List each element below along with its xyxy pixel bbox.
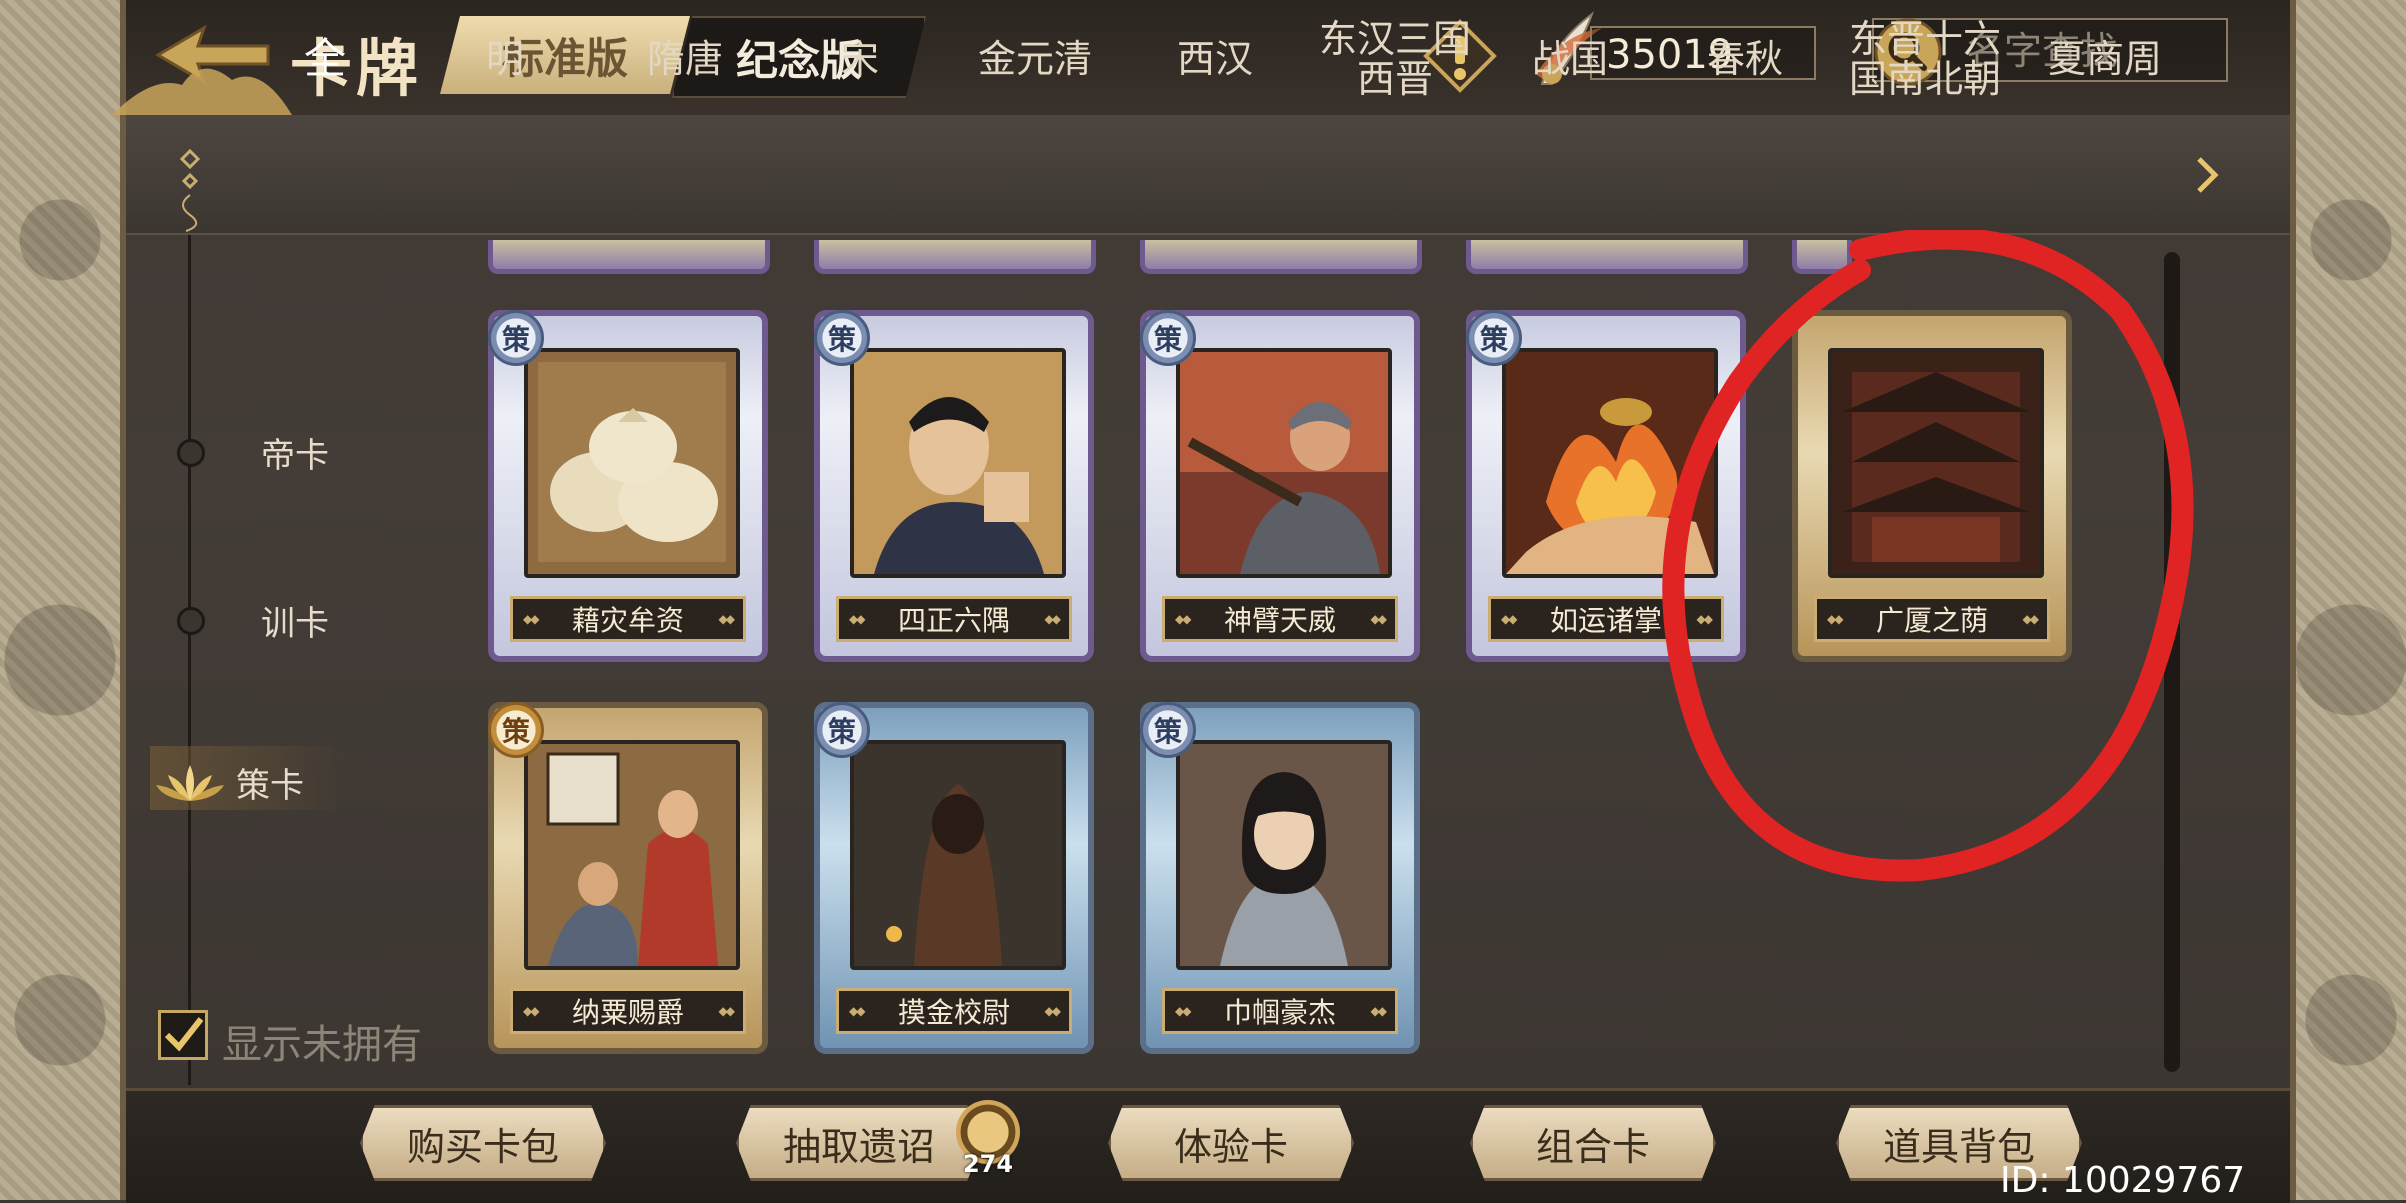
card-art	[850, 740, 1066, 970]
card-art	[524, 740, 740, 970]
card-name: 广厦之荫	[1814, 596, 2050, 642]
era-tab-dongjin-nanbeichao[interactable]: 东晋十六 国南北朝	[1840, 0, 2010, 118]
strategy-badge-icon: 策	[814, 310, 870, 366]
era-tab-sui-tang[interactable]: 隋唐	[620, 0, 750, 118]
era-tab-xia-shang-zhou[interactable]: 夏商周	[2040, 0, 2170, 118]
era-tab-chunqiu[interactable]: 春秋	[1690, 0, 1800, 118]
nav-item-strategy-cards[interactable]: 策卡	[150, 758, 304, 807]
nav-dot	[177, 438, 205, 467]
era-tab-ming[interactable]: 明	[450, 0, 560, 118]
card-guangsha-zhiyin[interactable]: 广厦之荫	[1792, 310, 2072, 662]
strategy-badge-icon: 策	[1140, 310, 1196, 366]
card-jiezai-mouzi[interactable]: 策 藉灾牟资	[488, 310, 768, 662]
draw-edict-button[interactable]: 抽取遗诏	[736, 1105, 982, 1181]
nav-label: 策卡	[236, 766, 304, 806]
left-decorative-border	[0, 0, 120, 1200]
era-tab-all[interactable]: 全	[270, 0, 380, 118]
nav-item-training-cards[interactable]: 训卡	[150, 596, 329, 645]
card-stub-partial[interactable]	[488, 240, 770, 274]
card-name: 藉灾牟资	[510, 596, 746, 642]
card-jinguo-haojie[interactable]: 策 巾帼豪杰	[1140, 702, 1420, 1054]
card-name: 摸金校尉	[836, 988, 1072, 1034]
card-art	[1176, 348, 1392, 578]
card-nasu-cijue[interactable]: 策 纳粟赐爵	[488, 702, 768, 1054]
strategy-badge-icon: 策	[1466, 310, 1522, 366]
card-stub-partial[interactable]	[814, 240, 1096, 274]
card-stub-partial[interactable]	[1792, 240, 1852, 274]
lotus-icon	[156, 764, 224, 801]
card-stub-partial[interactable]	[1466, 240, 1748, 274]
card-name: 如运诸掌	[1488, 596, 1724, 642]
era-active-mountain-icon	[112, 68, 292, 115]
era-tab-xihan[interactable]: 西汉	[1160, 0, 1270, 118]
card-list-scrollbar[interactable]	[2164, 252, 2180, 1072]
combo-card-button[interactable]: 组合卡	[1470, 1105, 1716, 1181]
card-art	[1502, 348, 1718, 578]
strategy-badge-icon: 策	[488, 310, 544, 366]
chevron-right-icon[interactable]	[2195, 155, 2219, 195]
buy-card-pack-button[interactable]: 购买卡包	[360, 1105, 606, 1181]
nav-label: 帝卡	[261, 436, 329, 476]
user-id: ID: 10029767	[2000, 1160, 2246, 1201]
nav-label: 训卡	[261, 604, 329, 644]
card-shenbi-tianwei[interactable]: 策 神臂天威	[1140, 310, 1420, 662]
strategy-badge-icon: 策	[1140, 702, 1196, 758]
nav-dot	[177, 606, 205, 635]
card-ruyun-zhuzhang[interactable]: 策 如运诸掌	[1466, 310, 1746, 662]
era-tab-bar	[126, 115, 2290, 235]
checkmark-icon	[164, 1017, 204, 1052]
timeline-ornament-icon	[179, 148, 201, 232]
card-name: 四正六隅	[836, 596, 1072, 642]
strategy-badge-icon: 策	[488, 702, 544, 758]
card-name: 纳粟赐爵	[510, 988, 746, 1034]
card-art	[1176, 740, 1392, 970]
trial-card-button[interactable]: 体验卡	[1108, 1105, 1354, 1181]
card-stub-partial[interactable]	[1140, 240, 1422, 274]
card-art	[524, 348, 740, 578]
card-mojin-xiaowei[interactable]: 策 摸金校尉	[814, 702, 1094, 1054]
era-tab-jin-yuan-qing[interactable]: 金元清	[960, 0, 1110, 118]
card-art	[850, 348, 1066, 578]
card-sizheng-liuyu[interactable]: 策 四正六隅	[814, 310, 1094, 662]
nav-item-emperor-cards[interactable]: 帝卡	[150, 428, 329, 477]
show-unowned-checkbox[interactable]	[158, 1010, 208, 1060]
right-decorative-border	[2296, 0, 2406, 1200]
era-tab-zhanguo[interactable]: 战国	[1520, 0, 1620, 118]
edict-scroll-count: 274	[962, 1150, 1014, 1178]
show-unowned-label: 显示未拥有	[222, 1022, 422, 1068]
era-tab-song[interactable]: 宋	[810, 0, 910, 118]
strategy-badge-icon: 策	[814, 702, 870, 758]
timeline-line	[188, 235, 191, 1085]
card-name: 神臂天威	[1162, 596, 1398, 642]
card-art	[1828, 348, 2044, 578]
era-tab-donghan-sanguo-xijin[interactable]: 东汉三国 西晋	[1310, 0, 1480, 118]
card-name: 巾帼豪杰	[1162, 988, 1398, 1034]
